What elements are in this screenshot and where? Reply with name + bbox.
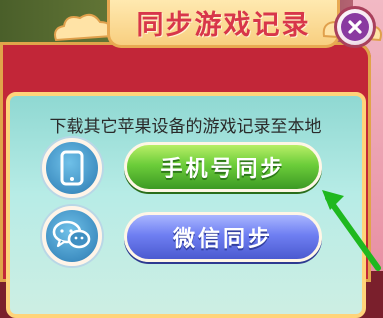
close-icon <box>341 13 369 41</box>
phone-icon-badge <box>42 138 102 198</box>
title-plate: 同步游戏记录 <box>107 0 340 48</box>
close-button[interactable] <box>334 6 376 48</box>
dialog-title: 同步游戏记录 <box>136 10 311 41</box>
wechat-sync-button[interactable]: 微信同步 <box>124 212 322 262</box>
phone-sync-button[interactable]: 手机号同步 <box>124 142 322 192</box>
wechat-icon-badge <box>42 206 102 266</box>
sync-instruction: 下载其它苹果设备的游戏记录至本地 <box>49 117 322 137</box>
green-pointer-arrow <box>322 190 381 271</box>
title-ribbon: 同步游戏记录 <box>52 0 382 52</box>
phone-icon <box>60 150 84 186</box>
wechat-icon <box>52 220 91 249</box>
